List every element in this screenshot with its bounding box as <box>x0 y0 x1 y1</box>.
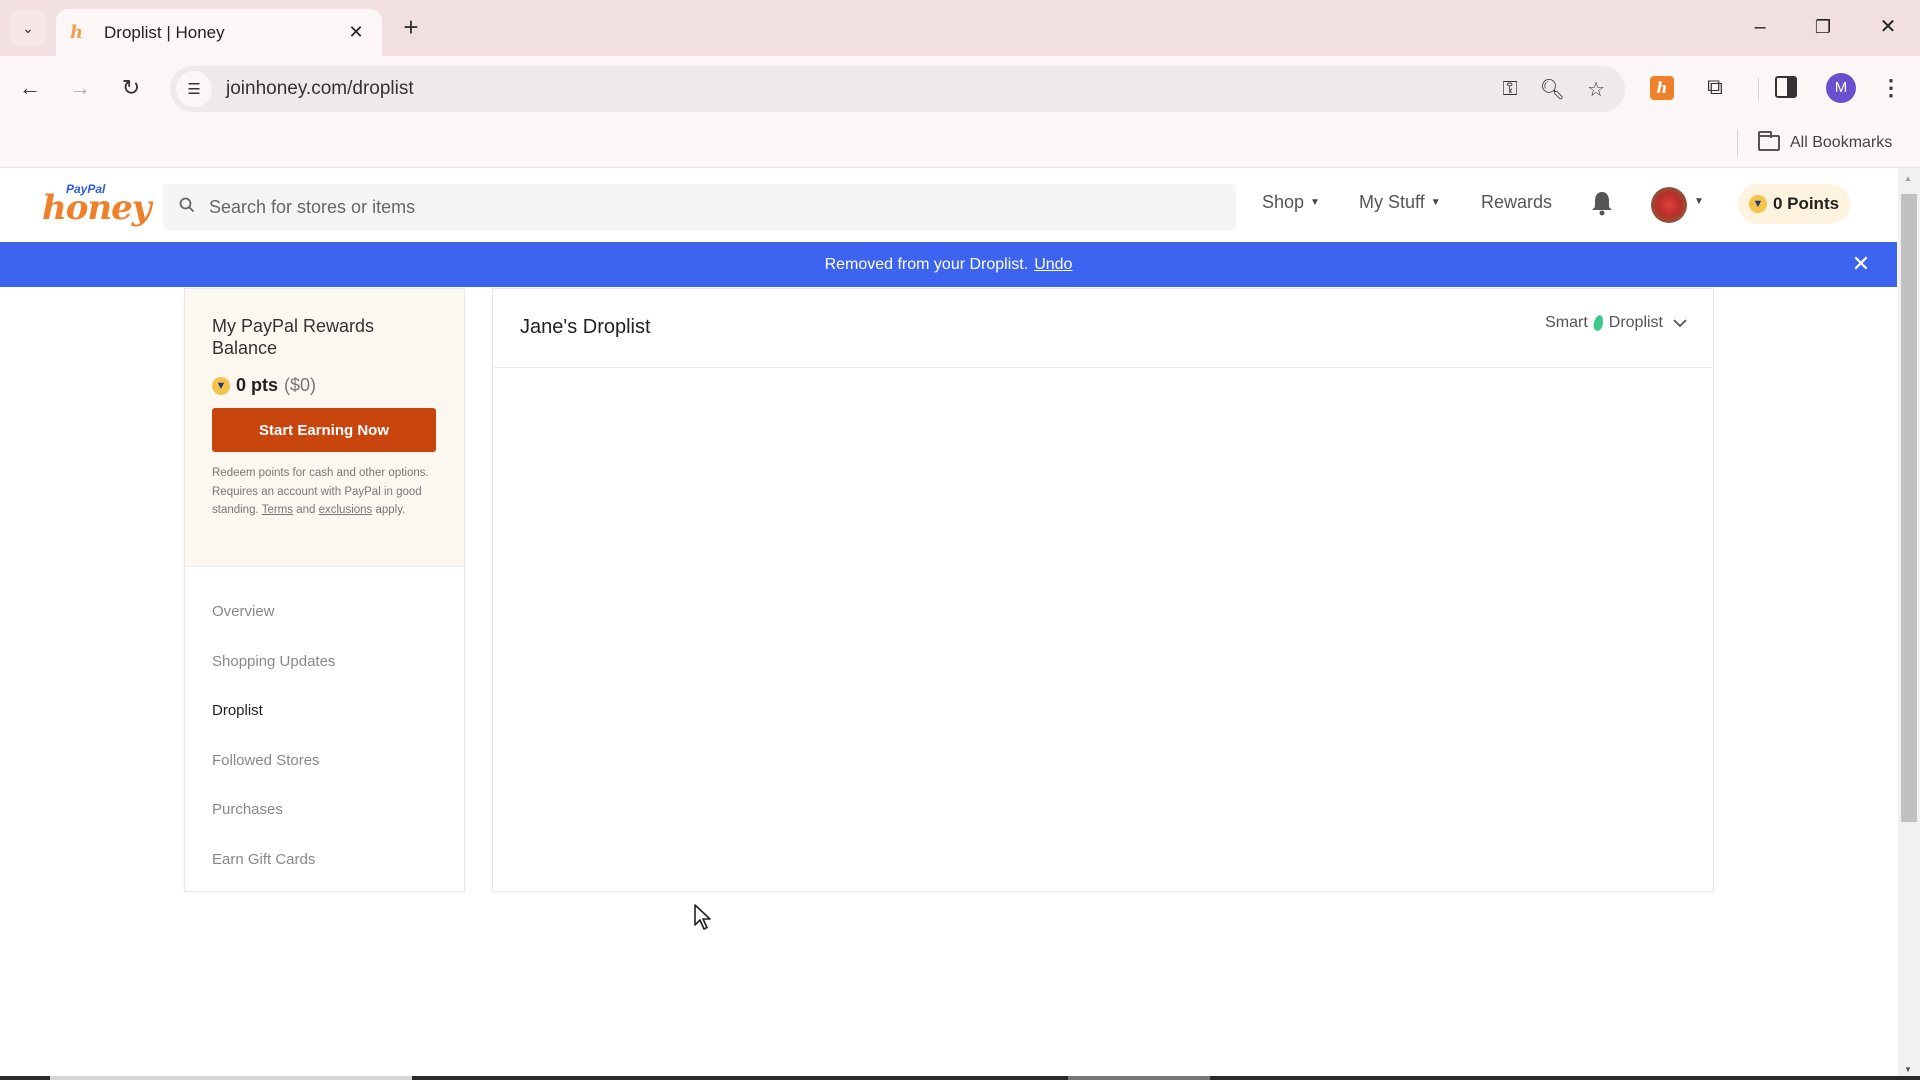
banner-close-button[interactable]: ✕ <box>1847 250 1875 278</box>
search-input[interactable] <box>209 196 1109 218</box>
star-icon[interactable]: ☆ <box>1587 77 1605 102</box>
bookmarks-divider <box>1737 130 1738 156</box>
window-restore-button[interactable]: ❐ <box>1803 12 1843 42</box>
honey-extension-icon[interactable]: h <box>1650 76 1674 100</box>
rewards-balance-card: My PayPal Rewards Balance ▼ 0 pts ($0) S… <box>185 289 464 567</box>
notifications-bell-icon[interactable] <box>1590 190 1614 218</box>
smart-leaf-icon <box>1592 314 1605 332</box>
toolbar-divider <box>1758 78 1759 100</box>
scrollbar-thumb[interactable] <box>1901 194 1917 822</box>
forward-button[interactable]: → <box>64 72 96 104</box>
droplist-removed-banner: Removed from your Droplist. Undo ✕ <box>0 242 1897 287</box>
browser-toolbar: ← → ↻ ☰ joinhoney.com/droplist ⚿ 🔍︎ ☆ h … <box>0 56 1920 120</box>
paypal-honey-logo[interactable]: PayPal honey <box>42 182 152 230</box>
caret-down-icon: ▼ <box>1310 197 1320 208</box>
profile-avatar-button[interactable]: M <box>1826 73 1856 103</box>
points-value: 0 pts <box>236 375 279 395</box>
honey-favicon-icon: h <box>70 21 84 43</box>
tab-close-button[interactable]: ✕ <box>344 22 368 43</box>
smart-label: Smart <box>1545 314 1588 331</box>
scroll-up-arrow-icon[interactable]: ▲ <box>1904 174 1912 183</box>
sidebar-item-earn-gift-cards[interactable]: Earn Gift Cards <box>185 835 464 885</box>
points-label: 0 Points <box>1772 194 1840 213</box>
nav-shop[interactable]: Shop ▼ <box>1262 192 1320 213</box>
reload-icon: ↻ <box>121 75 141 100</box>
undo-link[interactable]: Undo <box>1034 256 1072 274</box>
nav-my-stuff[interactable]: My Stuff ▼ <box>1359 192 1441 213</box>
logo-honey-text: honey <box>42 188 152 228</box>
scroll-down-arrow-icon[interactable]: ▼ <box>1904 1065 1912 1074</box>
browser-tab-active[interactable]: h Droplist | Honey ✕ <box>56 9 382 56</box>
droplist-panel: Jane's Droplist Smart Droplist <box>492 288 1714 892</box>
chevron-down-icon <box>1673 316 1687 331</box>
nav-rewards[interactable]: Rewards <box>1481 192 1552 213</box>
search-bar[interactable] <box>163 184 1236 230</box>
nav-shop-label: Shop <box>1262 192 1305 212</box>
zoom-icon[interactable]: 🔍︎ <box>1540 77 1565 102</box>
search-icon <box>179 197 199 218</box>
points-badge[interactable]: ▼ 0 Points <box>1738 184 1850 224</box>
exclusions-link[interactable]: exclusions <box>319 504 373 516</box>
rewards-title: My PayPal Rewards Balance <box>212 316 375 358</box>
caret-down-icon: ▼ <box>1430 197 1441 208</box>
window-minimize-button[interactable]: – <box>1740 12 1780 42</box>
mouse-cursor-icon <box>694 904 711 930</box>
terms-link[interactable]: Terms <box>262 504 293 516</box>
rewards-balance: ▼ 0 pts ($0) <box>212 375 437 396</box>
user-avatar[interactable] <box>1651 187 1687 223</box>
caret-down-icon[interactable]: ▼ <box>1694 196 1704 207</box>
droplist-label: Droplist <box>1608 314 1663 331</box>
side-panel-icon[interactable] <box>1775 76 1797 98</box>
sidebar-item-overview[interactable]: Overview <box>185 587 464 637</box>
back-button[interactable]: ← <box>14 72 46 104</box>
site-info-button[interactable]: ☰ <box>176 71 212 107</box>
window-close-button[interactable]: ✕ <box>1868 12 1908 42</box>
banner-message: Removed from your Droplist. <box>824 255 1029 273</box>
address-bar[interactable]: ☰ joinhoney.com/droplist ⚿ 🔍︎ ☆ <box>170 66 1625 112</box>
fine-print-text: apply. <box>375 504 406 516</box>
page-scrollbar[interactable]: ▲ ▼ <box>1898 168 1920 1080</box>
droplist-title: Jane's Droplist <box>520 316 651 338</box>
taskbar-segment <box>1068 1076 1210 1080</box>
url-text[interactable]: joinhoney.com/droplist <box>226 78 414 100</box>
key-icon[interactable]: ⚿ <box>1502 78 1517 101</box>
site-header: PayPal honey Shop ▼ My Stuff ▼ Rewards ▼… <box>0 168 1898 242</box>
sidebar-item-droplist[interactable]: Droplist <box>185 686 464 736</box>
browser-tab-bar: ⌄ h Droplist | Honey ✕ + – ❐ ✕ <box>0 0 1920 56</box>
droplist-header: Jane's Droplist Smart Droplist <box>493 289 1713 368</box>
back-arrow-icon: ← <box>19 75 41 100</box>
sidebar-nav: Overview Shopping Updates Droplist Follo… <box>185 567 464 884</box>
taskbar-segment <box>50 1076 412 1080</box>
start-earning-button[interactable]: Start Earning Now <box>212 408 436 452</box>
tab-title: Droplist | Honey <box>104 22 225 42</box>
nav-rewards-label: Rewards <box>1481 192 1553 212</box>
bookmarks-bar: All Bookmarks <box>0 120 1920 168</box>
tune-icon: ☰ <box>187 81 201 98</box>
trophy-icon: ▼ <box>1748 195 1767 213</box>
reload-button[interactable]: ↻ <box>115 72 147 104</box>
new-tab-button[interactable]: + <box>396 13 426 43</box>
dollar-value: ($0) <box>284 375 317 395</box>
trophy-icon: ▼ <box>212 376 230 395</box>
forward-arrow-icon: → <box>69 75 91 100</box>
all-bookmarks-button[interactable]: All Bookmarks <box>1758 130 1892 156</box>
chevron-down-icon: ⌄ <box>22 19 34 36</box>
nav-my-stuff-label: My Stuff <box>1359 192 1425 212</box>
sidebar-item-purchases[interactable]: Purchases <box>185 785 464 835</box>
smart-droplist-dropdown[interactable]: Smart Droplist <box>1545 314 1687 332</box>
all-bookmarks-label: All Bookmarks <box>1790 134 1893 151</box>
account-sidebar: My PayPal Rewards Balance ▼ 0 pts ($0) S… <box>184 288 465 892</box>
tab-list-button[interactable]: ⌄ <box>10 10 46 46</box>
folder-icon <box>1758 131 1780 151</box>
rewards-fine-print: Redeem points for cash and other options… <box>212 464 437 520</box>
browser-menu-icon[interactable]: ⋮ <box>1876 72 1906 104</box>
extensions-puzzle-icon[interactable]: ⧉ <box>1700 72 1730 102</box>
taskbar-edge <box>0 1076 1920 1080</box>
sidebar-item-shopping-updates[interactable]: Shopping Updates <box>185 637 464 687</box>
sidebar-item-followed-stores[interactable]: Followed Stores <box>185 736 464 786</box>
fine-print-text: and <box>296 504 316 516</box>
